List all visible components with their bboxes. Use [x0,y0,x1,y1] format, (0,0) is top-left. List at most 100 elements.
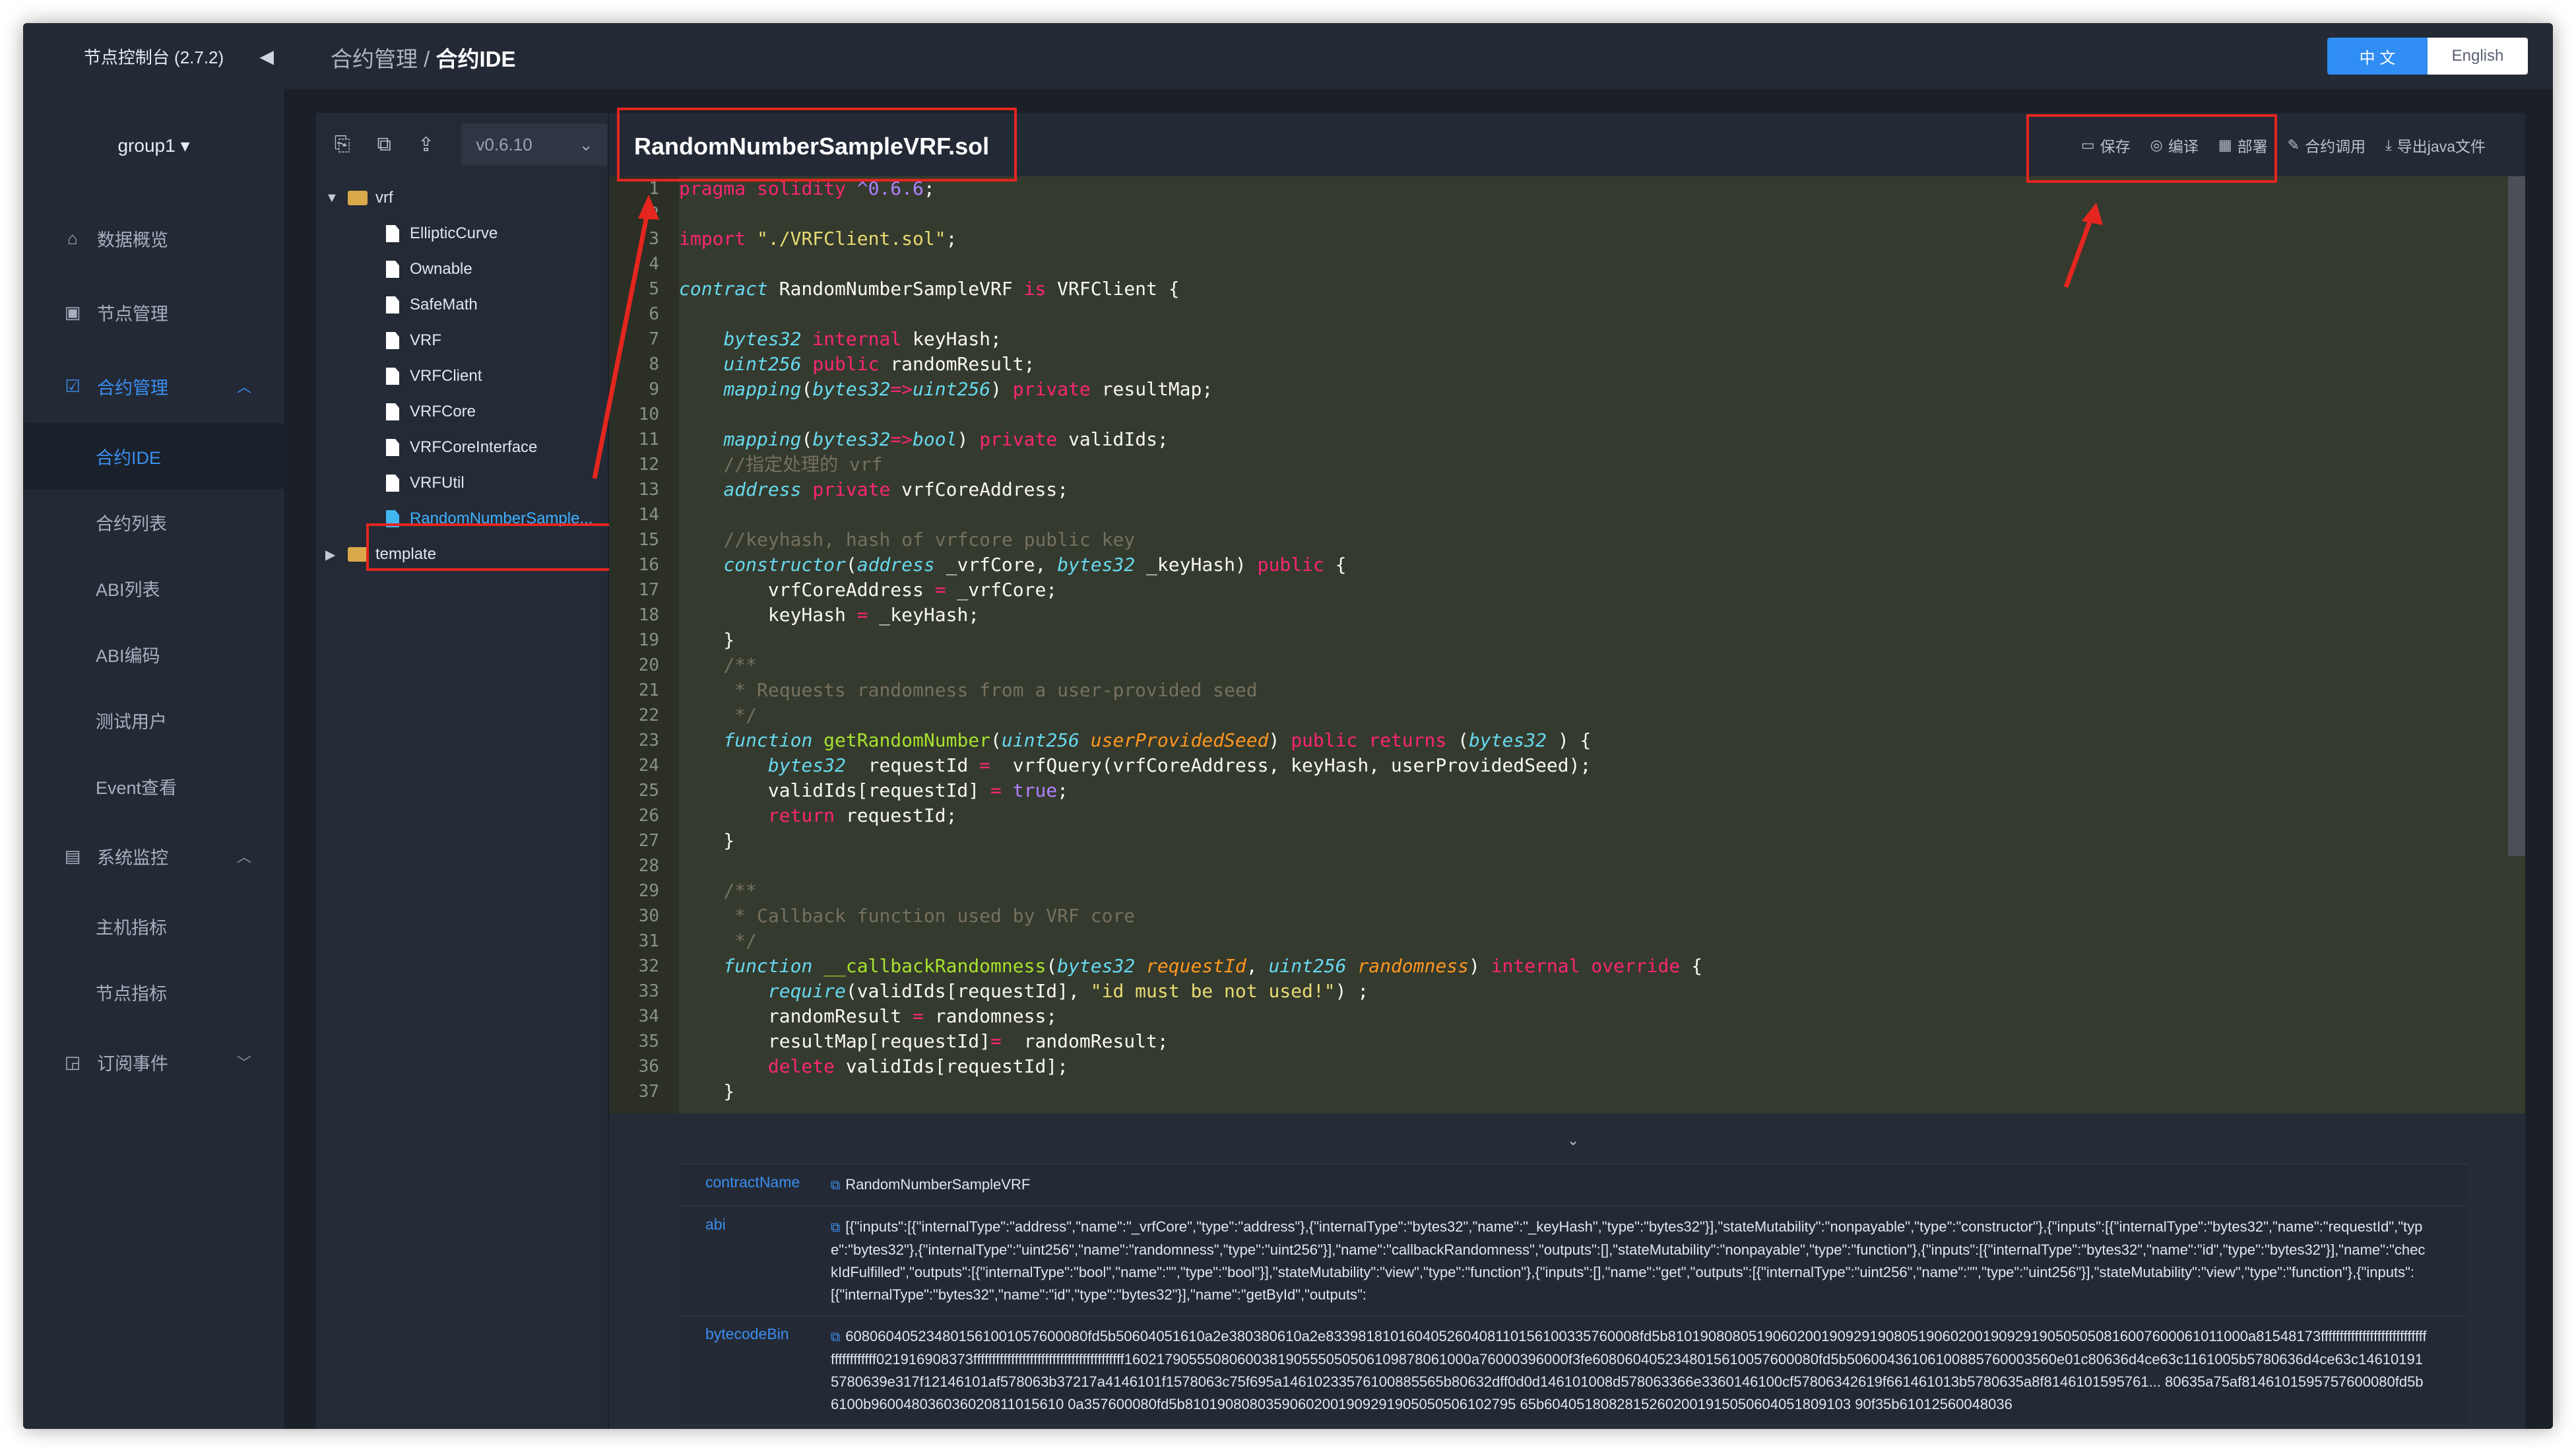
line-number: 30 [638,906,659,926]
code-line: import "./VRFClient.sol"; [679,228,957,249]
caret-right-icon[interactable]: ▶ [325,546,341,563]
tree-file[interactable]: VRFCore [316,394,608,430]
sidebar-item-label: 节点管理 [97,304,168,324]
lang-en-button[interactable]: English [2428,38,2528,75]
compiler-version-select[interactable]: v0.6.10 ⌄ [461,123,608,166]
code-line: bytes32 internal keyHash; [723,328,1002,350]
lang-zh-button[interactable]: 中 文 [2327,38,2428,75]
line-number: 17 [638,580,659,600]
tree-folder-vrf[interactable]: ▼ vrf [316,180,608,216]
sidebar-item-contract-management[interactable]: ☑ 合约管理 ︿ [23,349,284,423]
line-number: 3 [649,229,659,249]
sidebar-subitem-node-metrics[interactable]: 节点指标 [23,959,284,1025]
tree-file[interactable]: SafeMath [316,287,608,323]
line-number: 9 [649,380,659,399]
sidebar-item-node-management[interactable]: ▣ 节点管理 [23,275,284,349]
group-selector[interactable]: group1 ▾ [23,109,284,182]
code-line: bytes32 requestId = vrfQuery(vrfCoreAddr… [767,754,1592,776]
chevron-up-icon: ︿ [236,849,251,865]
tree-file[interactable]: VRFClient [316,358,608,394]
sidebar-subitem-contract-ide[interactable]: 合约IDE [23,423,284,489]
export-java-label: 导出java文件 [2397,138,2486,155]
code-line: /** [723,880,757,902]
editor-scrollbar[interactable] [2508,176,2525,856]
line-number: 29 [638,881,659,901]
code-line: */ [723,704,757,726]
upload-icon[interactable]: ⇪ [413,131,439,158]
output-row-contract-name: contractName ⧉ RandomNumberSampleVRF [679,1164,2467,1206]
code-area[interactable]: 1 2 3 4 5 6 7 8 9 10 11 12 13 14 15 16 17 18 19 20 21 22 23 24 2… [609,176,2525,1113]
line-number: 32 [638,956,659,976]
tree-file[interactable]: Ownable [316,251,608,287]
tree-file[interactable]: EllipticCurve [316,216,608,251]
sidebar-subitem-event-view[interactable]: Event查看 [23,753,284,819]
file-label: VRFUtil [410,474,465,492]
line-number: 28 [638,856,659,876]
code-content[interactable]: pragma solidity ^0.6.6; import "./VRFCli… [679,176,2505,1104]
line-number: 34 [638,1006,659,1026]
breadcrumb-parent[interactable]: 合约管理 [331,47,418,71]
code-line: contract RandomNumberSampleVRF is VRFCli… [679,278,1180,300]
language-switch: 中 文 English [2327,38,2528,75]
file-label: VRFCore [410,403,476,420]
contract-name-value: RandomNumberSampleVRF [845,1176,1031,1193]
sidebar-subitem-host-metrics[interactable]: 主机指标 [23,893,284,959]
sidebar-subitem-contract-list[interactable]: 合约列表 [23,489,284,555]
sidebar: 节点控制台 (2.7.2) ◀ group1 ▾ ⌂ 数据概览 ▣ 节点管理 ☑… [23,23,284,1429]
console-title: 节点控制台 (2.7.2) [83,47,224,67]
highlight-box-filename [617,108,1017,182]
new-folder-icon[interactable]: ⧉ [371,131,397,158]
line-number: 21 [638,680,659,700]
sidebar-subitem-test-users[interactable]: 测试用户 [23,687,284,753]
line-number: 6 [649,304,659,324]
file-icon [386,332,399,349]
line-number: 20 [638,655,659,675]
breadcrumb-separator: / [418,47,436,71]
collapse-sidebar-icon[interactable]: ◀ [259,46,274,67]
clipboard-icon: ☑ [65,376,80,396]
tree-file[interactable]: VRFUtil [316,465,608,501]
line-number: 22 [638,706,659,725]
compile-output-table: contractName ⧉ RandomNumberSampleVRF abi … [679,1164,2467,1428]
copy-icon[interactable]: ⧉ [831,1178,840,1193]
export-java-button[interactable]: ⤓ 导出java文件 [2385,134,2486,156]
tree-file[interactable]: VRFCoreInterface [316,430,608,465]
code-line: /** [723,654,757,676]
sidebar-item-subscribe-events[interactable]: ◲ 订阅事件 ﹀ [23,1025,284,1099]
sidebar-item-data-overview[interactable]: ⌂ 数据概览 [23,201,284,275]
sidebar-subitem-abi-list[interactable]: ABI列表 [23,555,284,621]
line-number: 31 [638,931,659,951]
chevron-down-icon[interactable]: ⌄ [1567,1132,1579,1149]
new-file-icon[interactable]: ⎘ [329,131,355,158]
caret-down-icon[interactable]: ▼ [325,191,341,206]
file-label: Ownable [410,260,472,278]
code-line: } [679,830,735,851]
rss-icon: ◲ [64,1051,81,1072]
sidebar-item-system-monitor[interactable]: ▤ 系统监控 ︿ [23,819,284,893]
file-label: VRF [410,331,441,349]
code-line: delete validIds[requestId]; [767,1055,1069,1077]
line-number: 10 [638,405,659,424]
code-line: address private vrfCoreAddress; [723,478,1069,500]
tree-file[interactable]: VRF [316,323,608,358]
copy-icon[interactable]: ⧉ [831,1330,840,1344]
app-window: 节点控制台 (2.7.2) ◀ group1 ▾ ⌂ 数据概览 ▣ 节点管理 ☑… [23,23,2553,1429]
home-icon: ⌂ [67,228,78,248]
sidebar-menu: ⌂ 数据概览 ▣ 节点管理 ☑ 合约管理 ︿ 合约IDE 合约列表 ABI列表 … [23,201,284,1099]
line-number: 25 [638,781,659,801]
sidebar-subitem-abi-encode[interactable]: ABI编码 [23,621,284,687]
file-icon [386,403,399,420]
code-line: mapping(bytes32=>bool) private validIds; [723,428,1169,450]
code-line: //指定处理的 vrf [723,453,883,475]
copy-icon[interactable]: ⧉ [831,1220,840,1235]
bytecode-value: 608060405234801561001057600080fd5b506040… [831,1328,2427,1412]
contract-call-button[interactable]: ✎ 合约调用 [2288,134,2366,156]
code-line: require(validIds[requestId], "id must be… [767,980,1369,1002]
calendar-icon: ▣ [64,302,81,322]
line-number: 11 [638,430,659,449]
line-number: 23 [638,731,659,750]
sidebar-item-label: 订阅事件 [97,1053,168,1074]
